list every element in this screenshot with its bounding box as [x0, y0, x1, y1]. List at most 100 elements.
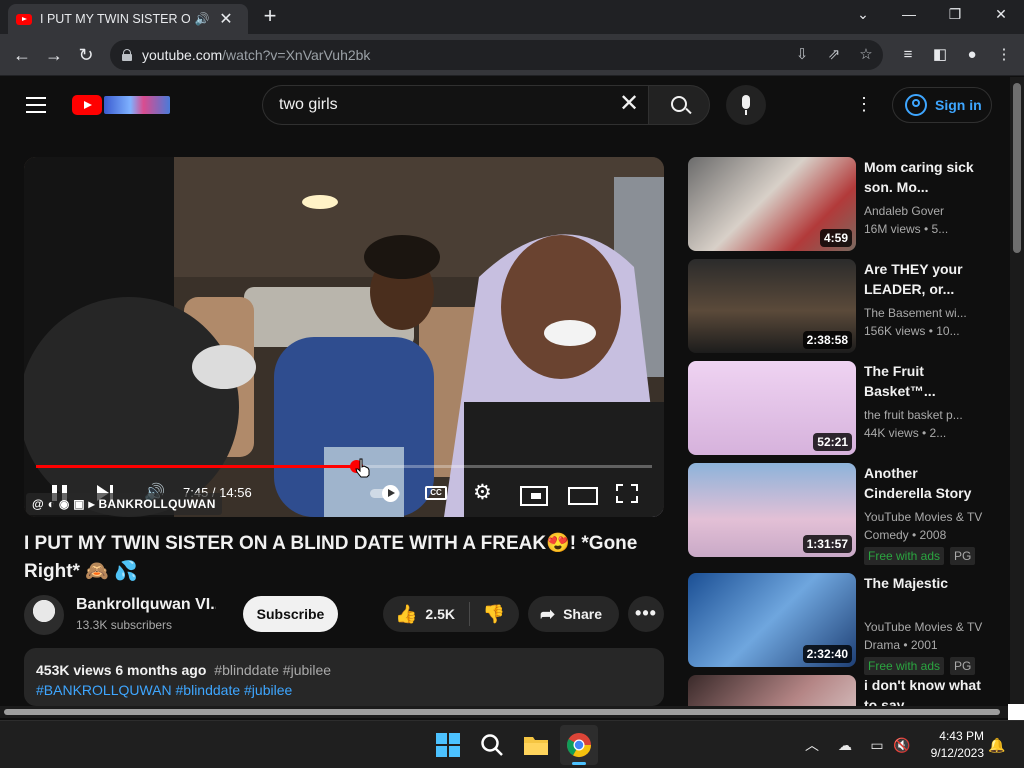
- new-tab-button[interactable]: +: [258, 5, 282, 29]
- search-input[interactable]: two girls: [262, 85, 648, 125]
- recommended-video[interactable]: 2:38:58 Are THEY your LEADER, or... The Ba…: [688, 259, 988, 353]
- restore-icon[interactable]: ❐: [932, 0, 978, 30]
- windows-start-icon[interactable]: [434, 731, 462, 759]
- share-button[interactable]: ➦ Share: [528, 596, 619, 632]
- channel-name[interactable]: Bankrollquwan VI...: [76, 596, 216, 614]
- subscribe-button[interactable]: Subscribe: [243, 596, 338, 632]
- video-thumbnail[interactable]: 1:31:57: [688, 463, 856, 557]
- recommended-channel[interactable]: YouTube Movies & TV: [864, 619, 988, 635]
- hand-cursor-icon: [355, 458, 370, 478]
- video-thumbnail[interactable]: 2:32:40: [688, 573, 856, 667]
- settings-more-icon[interactable]: ⋮: [854, 95, 874, 115]
- lock-icon[interactable]: [122, 49, 132, 61]
- description-box[interactable]: 453K views 6 months ago #blinddate #jubi…: [24, 648, 664, 706]
- browser-toolbar: ← → ↻ youtube.com/watch?v=XnVarVuh2bk ⇩ …: [0, 34, 1024, 76]
- more-actions-button[interactable]: •••: [628, 596, 664, 632]
- tab-search-icon[interactable]: ⌄: [840, 0, 886, 30]
- search-icon[interactable]: [478, 731, 506, 759]
- recommended-video[interactable]: 2:32:40 The Majestic YouTube Movies & TV Dr…: [688, 573, 988, 675]
- fullscreen-icon[interactable]: [616, 482, 638, 504]
- tab-title: I PUT MY TWIN SISTER ON A BLIND DATE WIT…: [40, 12, 190, 26]
- recommended-title[interactable]: The Majestic: [864, 573, 988, 593]
- vertical-scrollbar[interactable]: [1010, 77, 1024, 706]
- network-icon[interactable]: ▭: [868, 735, 886, 755]
- address-bar[interactable]: youtube.com/watch?v=XnVarVuh2bk ⇩ ⇗ ☆: [110, 40, 883, 70]
- recommended-title[interactable]: Another Cinderella Story: [864, 463, 988, 503]
- dislike-button[interactable]: 👎: [479, 596, 509, 632]
- description-hashtags[interactable]: #BANKROLLQUWAN #blinddate #jubilee: [36, 680, 652, 700]
- show-hidden-icons-icon[interactable]: ︿: [804, 735, 820, 755]
- clock-time: 4:43 PM: [939, 729, 984, 743]
- cloud-status-icon[interactable]: ☁: [836, 735, 854, 755]
- recommended-title[interactable]: Are THEY your LEADER, or...: [864, 259, 988, 299]
- vertical-scroll-thumb[interactable]: [1013, 83, 1021, 253]
- thumbs-up-icon: 👍: [395, 603, 418, 624]
- video-thumbnail[interactable]: 4:59: [688, 157, 856, 251]
- duration-badge: 1:31:57: [802, 535, 852, 553]
- like-button[interactable]: 👍 2.5K: [383, 596, 469, 632]
- recommended-title[interactable]: i don't know what to say: [864, 675, 988, 706]
- voice-search-icon[interactable]: [726, 85, 766, 125]
- file-explorer-icon[interactable]: [522, 731, 550, 759]
- progress-played: [36, 465, 357, 468]
- reload-icon[interactable]: ↻: [74, 43, 98, 67]
- hamburger-menu-icon[interactable]: [26, 97, 46, 113]
- video-thumbnail[interactable]: 52:21: [688, 361, 856, 455]
- back-icon[interactable]: ←: [10, 43, 34, 67]
- tab-strip: I PUT MY TWIN SISTER ON A BLIND DATE WIT…: [0, 0, 1024, 34]
- captions-button[interactable]: CC: [425, 482, 447, 504]
- share-arrow-icon: ➦: [540, 603, 556, 624]
- video-frame: [24, 157, 664, 517]
- close-window-icon[interactable]: ✕: [978, 0, 1024, 30]
- free-with-ads-badge: Free with ads: [864, 657, 945, 675]
- media-control-icon[interactable]: ≡: [898, 44, 918, 66]
- autoplay-toggle[interactable]: [370, 485, 402, 502]
- video-thumbnail[interactable]: [688, 675, 856, 706]
- search-button[interactable]: [648, 85, 710, 125]
- share-page-icon[interactable]: ⇗: [825, 46, 843, 64]
- chrome-taskbar-button[interactable]: [560, 725, 598, 765]
- side-panel-icon[interactable]: ◧: [930, 44, 950, 66]
- settings-gear-icon[interactable]: ⚙: [473, 482, 495, 504]
- youtube-logo[interactable]: [72, 94, 170, 116]
- install-app-icon[interactable]: ⇩: [793, 46, 811, 64]
- duration-badge: 2:32:40: [802, 645, 852, 663]
- recommended-video[interactable]: 4:59 Mom caring sick son. Mo... Andaleb Go…: [688, 157, 988, 251]
- recommended-channel[interactable]: YouTube Movies & TV: [864, 509, 988, 525]
- chrome-menu-icon[interactable]: ⋮: [994, 44, 1014, 66]
- video-title: I PUT MY TWIN SISTER ON A BLIND DATE WIT…: [24, 533, 638, 582]
- volume-muted-icon[interactable]: 🔇: [893, 735, 911, 755]
- profile-icon[interactable]: ●: [962, 44, 982, 66]
- close-tab-icon[interactable]: ✕: [218, 9, 234, 29]
- forward-icon[interactable]: →: [42, 43, 66, 67]
- recommended-channel[interactable]: The Basement wi...: [864, 305, 988, 321]
- recommended-video[interactable]: 1:31:57 Another Cinderella Story YouTube M…: [688, 463, 988, 565]
- notification-bell-icon[interactable]: 🔔: [988, 735, 1006, 755]
- speaker-icon[interactable]: 🔊: [194, 12, 210, 26]
- bookmark-star-icon[interactable]: ☆: [857, 46, 875, 64]
- active-app-indicator: [572, 762, 586, 765]
- horizontal-scroll-thumb[interactable]: [4, 709, 1000, 715]
- channel-avatar[interactable]: [24, 595, 64, 635]
- recommended-channel[interactable]: Andaleb Gover: [864, 203, 988, 219]
- system-clock[interactable]: 4:43 PM 9/12/2023: [918, 728, 984, 762]
- rating-badge: PG: [950, 547, 976, 565]
- browser-tab-active[interactable]: I PUT MY TWIN SISTER ON A BLIND DATE WIT…: [8, 4, 248, 34]
- recommended-video[interactable]: i don't know what to say: [688, 675, 988, 706]
- theater-mode-icon[interactable]: [568, 482, 598, 505]
- video-thumbnail[interactable]: 2:38:58: [688, 259, 856, 353]
- clear-search-icon[interactable]: ✕: [614, 91, 644, 119]
- miniplayer-icon[interactable]: [520, 482, 548, 506]
- sign-in-button[interactable]: Sign in: [892, 87, 992, 123]
- progress-bar[interactable]: [36, 460, 652, 473]
- recommended-title[interactable]: Mom caring sick son. Mo...: [864, 157, 988, 197]
- recommended-title[interactable]: The Fruit Basket™...: [864, 361, 988, 401]
- recommended-video[interactable]: 52:21 The Fruit Basket™... the fruit baske…: [688, 361, 988, 455]
- recommended-meta: Drama • 2001: [864, 638, 938, 652]
- video-player[interactable]: 🔊 7:45 / 14:56 @ ◐ ◉ ▣ ▸ BANKROLLQUWAN C…: [24, 157, 664, 517]
- description-tags[interactable]: #blinddate #jubilee: [214, 662, 331, 678]
- recommended-channel[interactable]: the fruit basket p...: [864, 407, 988, 423]
- minimize-icon[interactable]: —: [886, 0, 932, 30]
- horizontal-scrollbar[interactable]: [0, 706, 1010, 718]
- views-and-date: 453K views 6 months ago: [36, 662, 207, 678]
